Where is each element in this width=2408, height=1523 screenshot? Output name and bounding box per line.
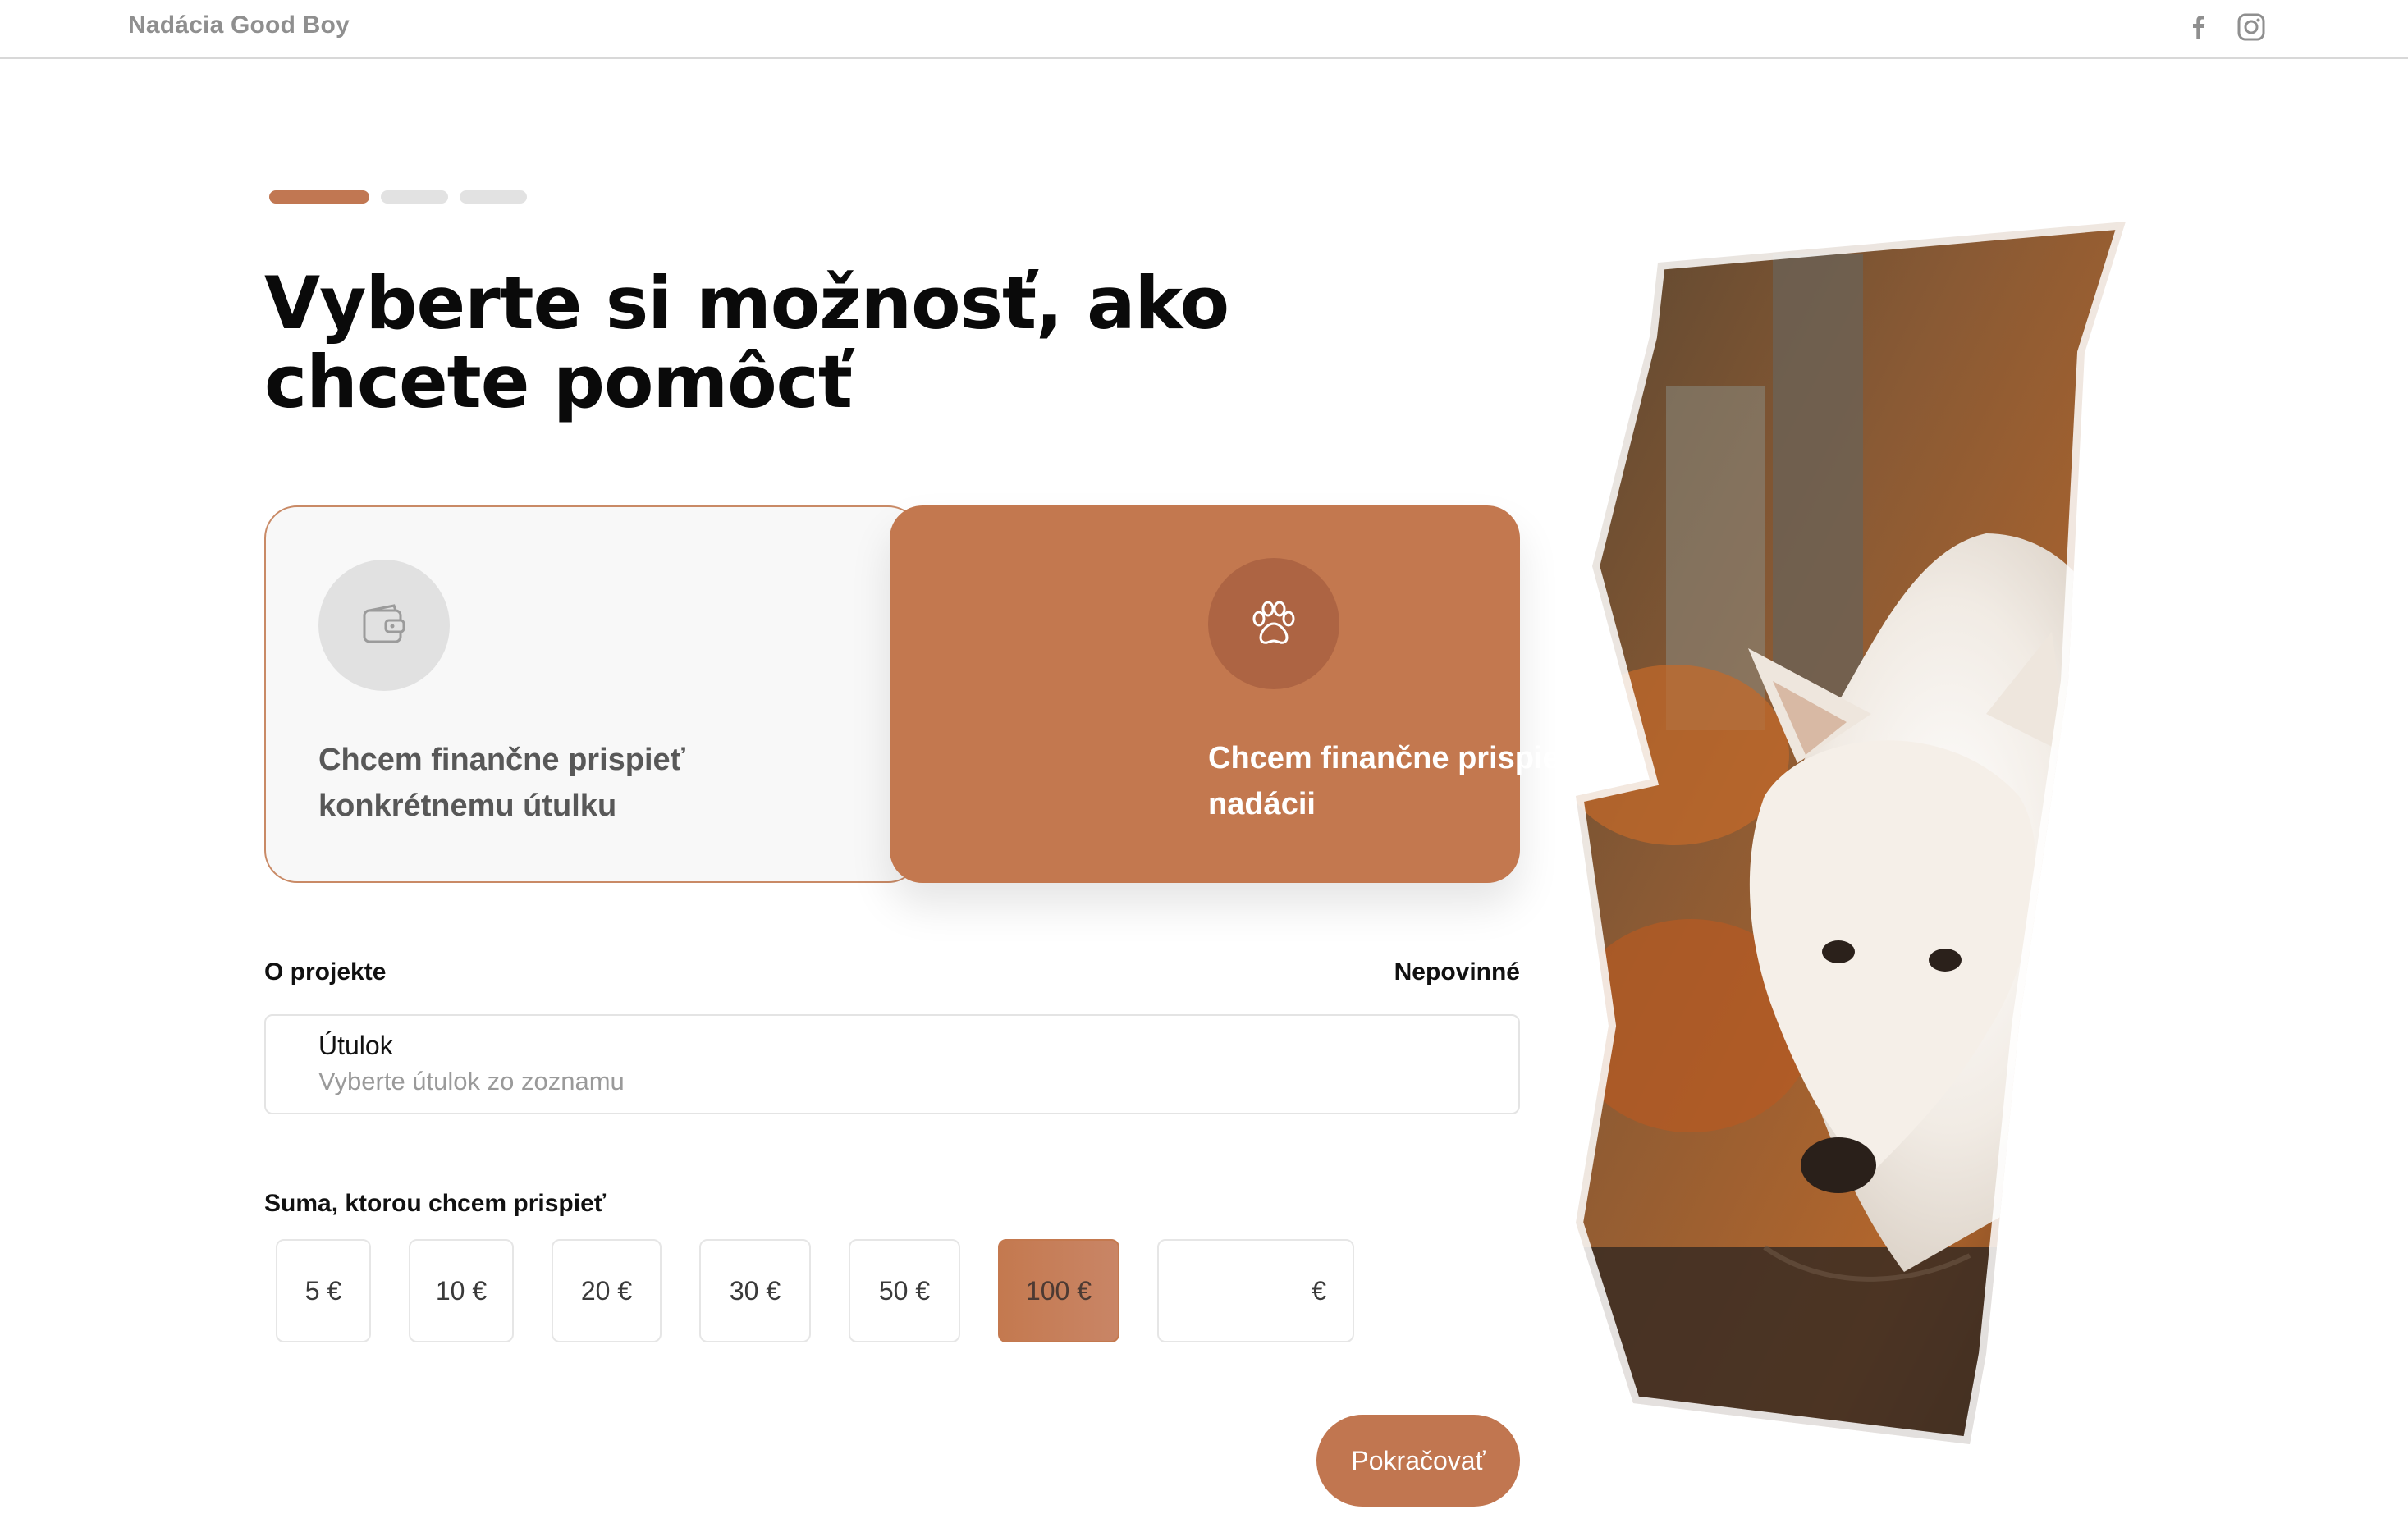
shelter-select-title: Útulok xyxy=(318,1031,393,1060)
amount-option-10[interactable]: 10 € xyxy=(409,1239,514,1342)
paw-icon xyxy=(1252,601,1295,644)
shelter-select[interactable]: Útulok Vyberte útulok zo zoznamu xyxy=(264,1014,1520,1114)
step-indicator-1-active xyxy=(269,190,369,204)
project-label: O projekte xyxy=(264,958,387,986)
project-label-row: O projekte Nepovinné xyxy=(264,958,1520,991)
facebook-icon[interactable] xyxy=(2183,11,2214,43)
page-title: Vyberte si možnosť, ako chcete pomôcť xyxy=(264,261,1229,424)
amount-option-5[interactable]: 5 € xyxy=(276,1239,371,1342)
custom-amount-input[interactable]: € xyxy=(1157,1239,1354,1342)
amount-option-50[interactable]: 50 € xyxy=(849,1239,960,1342)
optional-label: Nepovinné xyxy=(1394,958,1520,986)
option-card-shelter[interactable]: Chcem finančne prispieť konkrétnemu útul… xyxy=(264,505,921,883)
step-indicator-2 xyxy=(381,190,448,204)
amount-option-20[interactable]: 20 € xyxy=(552,1239,662,1342)
brand-name[interactable]: Nadácia Good Boy xyxy=(128,11,350,39)
dog-photo xyxy=(1567,222,2134,1452)
paw-icon-circle xyxy=(1208,558,1339,689)
top-bar: Nadácia Good Boy xyxy=(0,0,2408,59)
option-label: Chcem finančne prispieť konkrétnemu útul… xyxy=(318,743,685,823)
continue-button[interactable]: Pokračovať xyxy=(1316,1415,1520,1507)
instagram-icon[interactable] xyxy=(2236,11,2267,43)
amount-option-30[interactable]: 30 € xyxy=(699,1239,811,1342)
currency-symbol: € xyxy=(1312,1275,1326,1306)
step-indicator-3 xyxy=(460,190,527,204)
shelter-select-placeholder: Vyberte útulok zo zoznamu xyxy=(318,1067,625,1095)
wallet-icon xyxy=(363,604,405,643)
wallet-icon-circle xyxy=(318,560,450,691)
amount-option-100-selected[interactable]: 100 € xyxy=(998,1239,1119,1342)
option-card-foundation[interactable]: Chcem finančne prispieť celej nadácii xyxy=(890,505,1653,883)
amount-label: Suma, ktorou chcem prispieť xyxy=(264,1190,607,1217)
help-options: Chcem finančne prispieť konkrétnemu útul… xyxy=(264,505,1653,883)
